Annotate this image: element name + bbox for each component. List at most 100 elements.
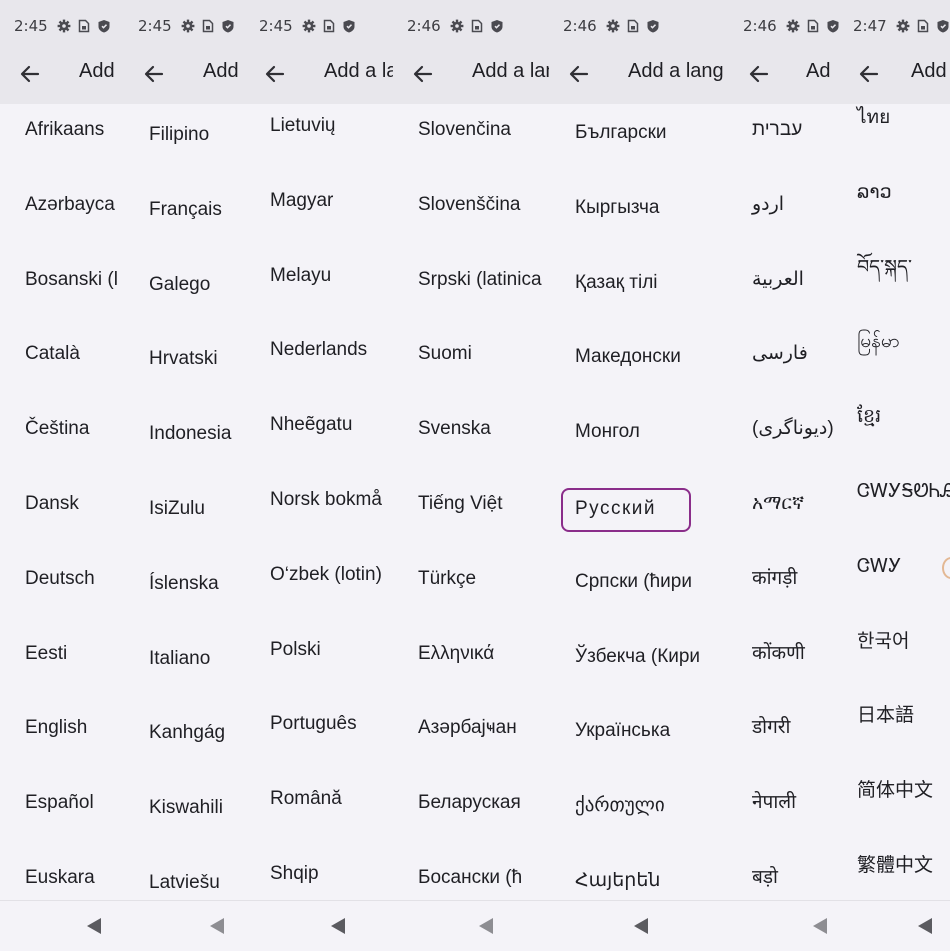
language-item[interactable]: Filipino (124, 119, 245, 151)
language-item[interactable]: Հայերեն (549, 865, 729, 897)
language-item[interactable]: कोंकणी (729, 638, 839, 670)
back-arrow-icon[interactable] (567, 63, 589, 85)
language-item[interactable]: Tiếng Việt (393, 488, 549, 520)
language-item[interactable]: 繁體中文 (839, 850, 950, 882)
top-app-bar: 2:45 Add (0, 0, 124, 104)
language-item[interactable]: မြန်မာ (839, 326, 950, 358)
language-item[interactable]: Türkçe (393, 563, 549, 595)
language-item[interactable]: Кыргызча (549, 192, 729, 224)
language-item[interactable]: ไทย (839, 102, 950, 134)
language-item[interactable]: اردو (729, 189, 839, 221)
language-item[interactable]: Қазақ тілі (549, 267, 729, 299)
language-item[interactable]: Nheẽgatu (245, 409, 393, 441)
language-item[interactable]: Svenska (393, 413, 549, 445)
back-arrow-icon[interactable] (747, 63, 769, 85)
language-item[interactable]: Afrikaans (0, 114, 124, 146)
language-item[interactable]: Español (0, 787, 124, 819)
language-item[interactable]: Ελληνικά (393, 638, 549, 670)
language-item[interactable]: Беларуская (393, 787, 549, 819)
language-item[interactable]: עברית (729, 114, 839, 146)
sim-card-icon (323, 19, 334, 33)
language-item[interactable]: Lietuvių (245, 110, 393, 142)
language-item[interactable]: Босански (ћ (393, 862, 549, 894)
language-item[interactable]: डोगरी (729, 712, 839, 744)
language-item[interactable]: Polski (245, 634, 393, 666)
page-title: Ad (806, 60, 831, 82)
language-item[interactable]: IsiZulu (124, 493, 245, 525)
language-item[interactable]: Čeština (0, 413, 124, 445)
language-item[interactable]: Азәрбајҹан (393, 712, 549, 744)
language-item[interactable]: बड़ो (729, 862, 839, 894)
language-item[interactable]: Bosanski (l (0, 264, 124, 296)
language-item[interactable]: Nederlands (245, 334, 393, 366)
language-item[interactable]: Shqip (245, 858, 393, 890)
language-item[interactable]: Melayu (245, 260, 393, 292)
language-item[interactable]: Galego (124, 269, 245, 301)
language-item[interactable]: ᏣᎳᎩᎦᏬᏂᎯᏍᏗ (839, 476, 950, 508)
language-item[interactable]: Български (549, 117, 729, 149)
back-arrow-icon[interactable] (857, 63, 879, 85)
language-item[interactable]: Română (245, 783, 393, 815)
language-item[interactable]: བོད་སྐད་ (839, 252, 950, 284)
language-list-panel: 2:46 Add a lang Български Кыргызча Қазақ тіл… (549, 0, 729, 950)
language-item[interactable]: Magyar (245, 185, 393, 217)
language-item[interactable]: Dansk (0, 488, 124, 520)
language-item[interactable]: Ўзбекча (Кири (549, 641, 729, 673)
language-item[interactable]: (دیوناگری) (729, 413, 839, 445)
app-bar: Add a la (245, 58, 393, 94)
language-item[interactable]: Français (124, 194, 245, 226)
shield-icon (937, 20, 949, 33)
language-item[interactable]: Latviešu (124, 867, 245, 899)
language-item[interactable]: कांगड़ी (729, 563, 839, 595)
language-item[interactable]: አማርኛ (729, 488, 839, 520)
status-time: 2:45 (14, 17, 48, 35)
language-item[interactable]: ລາວ (839, 177, 950, 209)
language-item[interactable]: Srpski (latinica (393, 264, 549, 296)
language-item[interactable]: ᏣᎳᎩ (839, 551, 950, 583)
back-arrow-icon[interactable] (263, 63, 285, 85)
language-item[interactable]: Euskara (0, 862, 124, 894)
nav-back-icon[interactable] (210, 918, 224, 934)
language-item[interactable]: Eesti (0, 638, 124, 670)
nav-back-icon[interactable] (813, 918, 827, 934)
back-arrow-icon[interactable] (411, 63, 433, 85)
language-item[interactable]: ქართული (549, 790, 729, 822)
language-item[interactable]: Català (0, 338, 124, 370)
language-item[interactable]: Hrvatski (124, 343, 245, 375)
language-item[interactable]: O‘zbek (lotin) (245, 559, 393, 591)
language-item-selected[interactable]: Русский (561, 488, 691, 532)
nav-back-icon[interactable] (479, 918, 493, 934)
language-item[interactable]: Deutsch (0, 563, 124, 595)
language-item[interactable]: Slovenčina (393, 114, 549, 146)
language-item[interactable]: Kanhgág (124, 717, 245, 749)
language-item[interactable]: Українська (549, 715, 729, 747)
language-item[interactable]: ខ្មែរ (839, 401, 950, 433)
language-item[interactable]: فارسی (729, 338, 839, 370)
language-item[interactable]: नेपाली (729, 787, 839, 819)
shield-icon (343, 20, 355, 33)
nav-back-icon[interactable] (87, 918, 101, 934)
language-item[interactable]: Slovenščina (393, 189, 549, 221)
language-item[interactable]: 日本語 (839, 700, 950, 732)
language-item[interactable]: Português (245, 708, 393, 740)
language-item[interactable]: Македонски (549, 341, 729, 373)
nav-back-icon[interactable] (918, 918, 932, 934)
language-item[interactable]: English (0, 712, 124, 744)
language-item[interactable]: 한국어 (839, 626, 950, 658)
language-item[interactable]: Azərbayca (0, 189, 124, 221)
language-item[interactable]: Íslenska (124, 568, 245, 600)
language-item[interactable]: Suomi (393, 338, 549, 370)
language-item[interactable]: Српски (ћири (549, 566, 729, 598)
shield-icon (222, 20, 234, 33)
language-item[interactable]: Kiswahili (124, 792, 245, 824)
language-item[interactable]: العربية (729, 264, 839, 296)
back-arrow-icon[interactable] (18, 63, 40, 85)
language-item[interactable]: Монгол (549, 416, 729, 448)
nav-back-icon[interactable] (331, 918, 345, 934)
language-item[interactable]: Italiano (124, 643, 245, 675)
nav-back-icon[interactable] (634, 918, 648, 934)
back-arrow-icon[interactable] (142, 63, 164, 85)
language-item[interactable]: 简体中文 (839, 775, 950, 807)
language-item[interactable]: Indonesia (124, 418, 245, 450)
language-item[interactable]: Norsk bokmå (245, 484, 393, 516)
